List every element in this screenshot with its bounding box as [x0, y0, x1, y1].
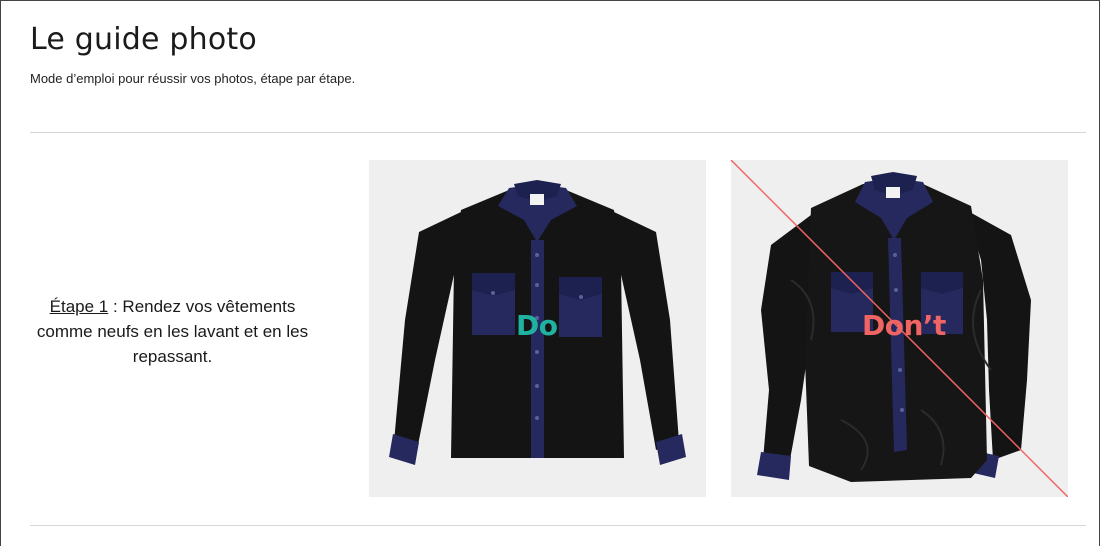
divider-bottom — [30, 525, 1086, 526]
do-label: Do — [516, 309, 558, 342]
step-1-instruction: Étape 1 : Rendez vos vêtements comme neu… — [30, 294, 315, 369]
divider-top — [30, 132, 1086, 133]
dont-example-photo: Don’t — [731, 160, 1068, 497]
step-1-label: Étape 1 — [49, 297, 109, 316]
page-title: Le guide photo — [30, 22, 257, 57]
page-subtitle: Mode d’emploi pour réussir vos photos, é… — [30, 71, 356, 86]
dont-label: Don’t — [862, 309, 946, 342]
do-example-photo: Do — [369, 160, 706, 497]
